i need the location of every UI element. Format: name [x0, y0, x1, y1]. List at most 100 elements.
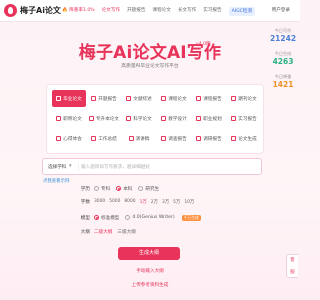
category-panel: 毕业论文 开题报告 文献综述 课程论文 课程报告 期刊论文职称论文 专升本论文 科学论文 教学设…	[46, 84, 264, 154]
radio-icon	[125, 215, 131, 220]
education-row: 学历 专科 本科 研究生	[70, 184, 165, 193]
search-doc-icon	[161, 136, 167, 141]
wordcount-option[interactable]: 1万	[140, 199, 147, 205]
model-label: 模型	[80, 215, 90, 221]
badge-icon	[56, 116, 62, 121]
hero-subtitle: 高质量AI毕业论文写作平台	[121, 64, 179, 69]
nav-item-aigc[interactable]: AIGC检测	[228, 6, 256, 16]
option-label: 专科	[101, 186, 111, 192]
wordcount-option[interactable]: 10万	[184, 199, 194, 205]
briefcase-icon	[231, 116, 237, 121]
stats-panel: 今日写作 21242 今日生成 4263 今日降重 1421	[268, 28, 298, 97]
book-icon	[126, 96, 132, 101]
upgrade-icon	[89, 116, 94, 121]
wordcount-option[interactable]: 8000	[124, 199, 135, 204]
wordcount-option[interactable]: 5000	[109, 199, 120, 204]
outline-option-level2[interactable]: 二级大纲	[94, 229, 112, 235]
category-label: 课程论文	[168, 96, 187, 102]
category-label: 职业规划	[203, 116, 222, 122]
float-label: 服	[290, 270, 295, 275]
category-upgrade[interactable]: 专升本论文	[87, 110, 121, 127]
radio-icon	[138, 186, 144, 191]
graduation-cap-icon	[56, 96, 62, 101]
outline-option-level3[interactable]: 三级大纲	[117, 229, 135, 235]
nav-item-internship[interactable]: 实习报告	[203, 0, 221, 22]
teach-icon	[161, 116, 167, 121]
education-option[interactable]: 本科	[116, 186, 132, 192]
heart-icon	[56, 136, 62, 141]
title-input[interactable]	[81, 161, 259, 173]
outline-row: 大纲 二级大纲 三级大纲	[70, 227, 141, 236]
category-label: 专升本论文	[96, 116, 119, 122]
category-teach[interactable]: 教学设计	[157, 110, 191, 127]
generate-icon	[231, 136, 237, 141]
category-briefcase[interactable]: 实习报告	[227, 110, 261, 127]
category-chart-doc[interactable]: 调研报告	[192, 130, 226, 147]
target-icon	[196, 116, 202, 121]
title-input-row: 选择学科 ▾	[42, 158, 262, 175]
chart-doc-icon	[196, 136, 202, 141]
stat-value: 21242	[269, 34, 297, 43]
top-bar: 梅子Ai论文 🔥 降重率1.0% 论文写作 开题报告 课程论文 长文写作 实习报…	[0, 0, 300, 22]
category-label: 心得体会	[63, 136, 82, 142]
chevron-down-icon[interactable]: ▾	[69, 163, 72, 169]
model-option[interactable]: 4.0(Genius Writer)	[125, 215, 175, 220]
nav-item-longform[interactable]: 长文写作	[178, 0, 196, 22]
wordcount-option[interactable]: 3万	[162, 199, 169, 205]
nav-item-thesis[interactable]: 论文写作	[102, 0, 120, 22]
education-label: 学历	[80, 186, 90, 192]
float-label: 客	[290, 258, 295, 263]
model-option[interactable]: 标准模型	[94, 215, 119, 221]
radio-icon	[116, 186, 122, 191]
category-badge[interactable]: 职称论文	[52, 110, 86, 127]
category-graduation-cap[interactable]: 毕业论文	[52, 90, 86, 107]
example-link[interactable]: 点我查看示例	[43, 178, 69, 184]
brand-logo[interactable]: 梅子Ai论文	[4, 4, 61, 17]
category-target[interactable]: 职业规划	[192, 110, 226, 127]
category-label: 教学设计	[168, 116, 187, 122]
category-flask[interactable]: 科学论文	[122, 110, 156, 127]
category-journal[interactable]: 期刊论文	[227, 90, 261, 107]
category-course[interactable]: 课程论文	[157, 90, 191, 107]
category-search-doc[interactable]: 调查报告	[157, 130, 191, 147]
nav-item-course[interactable]: 课程论文	[152, 0, 170, 22]
category-summary[interactable]: 工作总结	[87, 130, 121, 147]
category-label: 论文生成	[238, 136, 257, 142]
login-link[interactable]: 用户登录	[272, 7, 290, 13]
category-label: 工作总结	[98, 136, 117, 142]
model-row: 模型 标准模型 4.0(Genius Writer) 千万生成	[70, 213, 201, 222]
radio-icon	[94, 215, 99, 220]
subject-select[interactable]: 选择学科	[48, 164, 66, 170]
category-label: 调研报告	[203, 136, 222, 142]
category-label: 期刊论文	[238, 96, 257, 102]
education-option[interactable]: 专科	[94, 186, 110, 192]
education-option[interactable]: 研究生	[138, 186, 159, 192]
manual-outline-link[interactable]: 手动输入大纲	[0, 268, 300, 274]
nav-item-dedup[interactable]: 🔥 降重率1.0%	[62, 0, 95, 22]
category-clipboard[interactable]: 课程报告	[192, 90, 226, 107]
mic-icon	[128, 136, 134, 141]
stat-writing: 今日写作 21242	[268, 28, 298, 44]
stat-dedup: 今日降重 1421	[268, 74, 298, 90]
wordcount-option[interactable]: 5万	[173, 199, 180, 205]
category-label: 毕业论文	[63, 96, 82, 102]
clipboard-icon	[196, 96, 202, 101]
nav-item-proposal[interactable]: 开题报告	[127, 0, 145, 22]
hero-title: 梅子Ai论文AI写作	[78, 43, 222, 63]
course-icon	[161, 96, 167, 101]
generate-outline-button[interactable]: 生成大纲	[118, 247, 180, 260]
category-generate[interactable]: 论文生成	[227, 130, 261, 147]
stat-value: 1421	[272, 80, 294, 89]
radio-icon	[94, 186, 99, 191]
upload-reference-link[interactable]: 上传参考资料生成	[0, 282, 300, 288]
summary-icon	[91, 136, 97, 141]
divider	[78, 163, 79, 171]
category-book[interactable]: 文献综述	[122, 90, 156, 107]
wordcount-option[interactable]: 2万	[151, 199, 158, 205]
wordcount-row: 字数 3000 5000 8000 1万 2万 3万 5万 10万	[70, 197, 198, 206]
wordcount-option[interactable]: 3000	[94, 199, 105, 204]
category-report[interactable]: 开题报告	[87, 90, 121, 107]
category-heart[interactable]: 心得体会	[52, 130, 86, 147]
category-mic[interactable]: 演讲稿	[122, 130, 156, 147]
customer-service-button[interactable]: 客 服	[286, 254, 298, 278]
